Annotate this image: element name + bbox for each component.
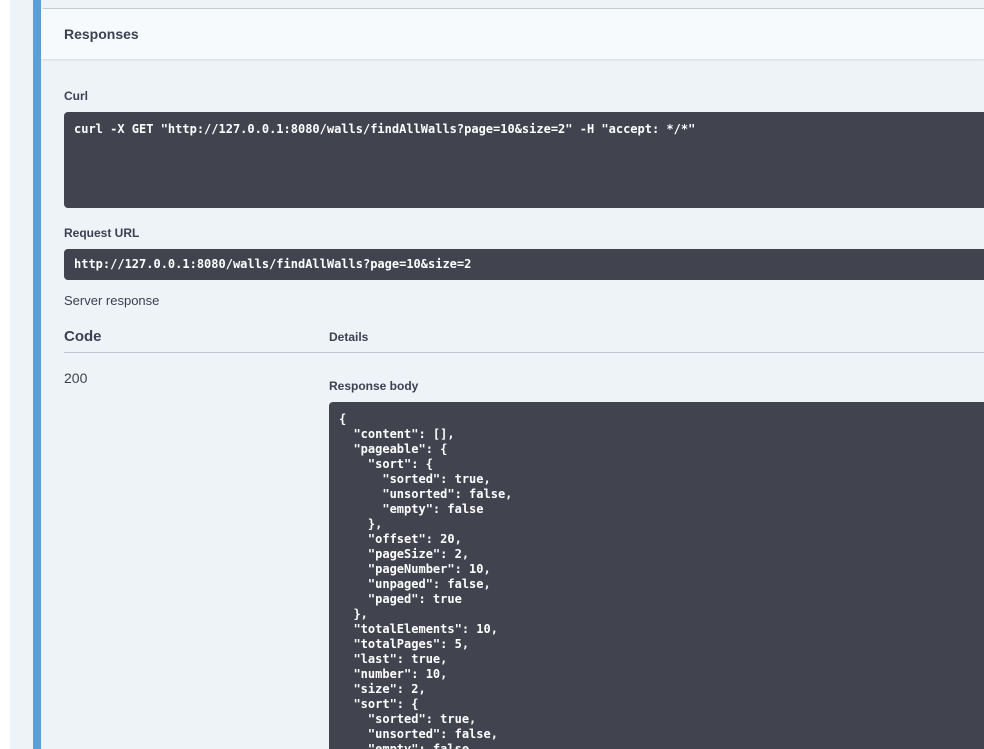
server-response-label: Server response: [64, 293, 160, 308]
responses-section: Responses Curl curl -X GET "http://127.0…: [41, 0, 984, 749]
responses-header: Responses: [41, 9, 984, 59]
responses-title: Responses: [64, 26, 139, 42]
request-url-value[interactable]: http://127.0.0.1:8080/walls/findAllWalls…: [64, 249, 984, 280]
details-column-header: Details: [329, 330, 369, 344]
response-body-block[interactable]: { "content": [], "pageable": { "sort": {…: [329, 402, 984, 749]
swagger-responses-view: Responses Curl curl -X GET "http://127.0…: [0, 0, 984, 749]
response-body-label: Response body: [329, 379, 419, 393]
table-header-divider: [64, 352, 984, 353]
get-operation-accent-bar: [33, 0, 41, 749]
code-column-header: Code: [64, 328, 102, 345]
curl-label: Curl: [64, 89, 88, 103]
response-status-code: 200: [64, 370, 88, 386]
curl-command-block[interactable]: curl -X GET "http://127.0.0.1:8080/walls…: [64, 112, 984, 208]
request-url-label: Request URL: [64, 226, 140, 240]
